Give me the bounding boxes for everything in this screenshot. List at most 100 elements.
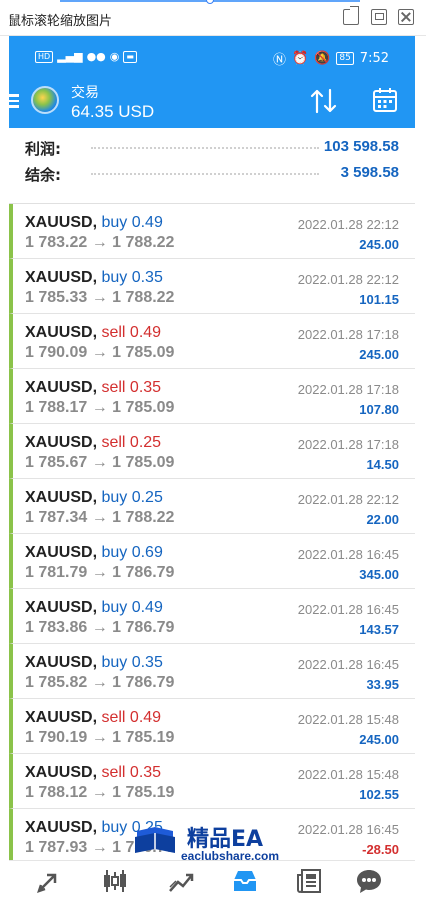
order-time: 2022.01.28 16:45 — [297, 602, 399, 617]
order-header: XAUUSD, buy 0.25 — [25, 489, 163, 507]
calendar-icon[interactable] — [371, 86, 399, 114]
clock: 7:52 — [359, 51, 389, 66]
order-side: buy 0.35 — [101, 269, 163, 286]
order-prices: 1 790.19 → 1 785.19 — [25, 729, 175, 746]
order-row[interactable]: XAUUSD, buy 0.35 1 785.82 → 1 786.79 2022.… — [9, 644, 415, 699]
order-prices: 1 788.17 → 1 785.09 — [25, 399, 175, 416]
order-row[interactable]: XAUUSD, sell 0.35 1 788.17 → 1 785.09 2022… — [9, 369, 415, 424]
order-side: buy 0.49 — [101, 214, 163, 231]
order-symbol: XAUUSD, — [25, 489, 98, 506]
order-time: 2022.01.28 16:45 — [297, 547, 399, 562]
messages-icon[interactable] — [355, 867, 383, 895]
order-row[interactable]: XAUUSD, sell 0.49 1 790.19 → 1 785.19 2022… — [9, 699, 415, 754]
order-header: XAUUSD, buy 0.35 — [25, 654, 163, 672]
order-profit: 101.15 — [359, 292, 399, 307]
order-time: 2022.01.28 22:12 — [297, 492, 399, 507]
viewer-progress-dot[interactable] — [206, 0, 214, 4]
battery-icon: 85 — [336, 52, 354, 65]
order-header: XAUUSD, buy 0.49 — [25, 599, 163, 617]
order-symbol: XAUUSD, — [25, 764, 98, 781]
order-profit: 33.95 — [366, 677, 399, 692]
balance-row: 结余: 3 598.58 — [25, 164, 399, 184]
menu-icon[interactable] — [9, 94, 19, 108]
order-symbol: XAUUSD, — [25, 709, 98, 726]
orders-list: XAUUSD, buy 0.49 1 783.22 → 1 788.22 2022.… — [9, 204, 415, 864]
order-time: 2022.01.28 17:18 — [297, 437, 399, 452]
close-icon[interactable] — [398, 9, 414, 25]
summary-panel: 利润: 103 598.58 结余: 3 598.58 — [9, 128, 415, 204]
order-symbol: XAUUSD, — [25, 544, 98, 561]
alarm-icon: ⏰ — [291, 51, 309, 66]
quotes-icon[interactable] — [35, 867, 63, 895]
order-row[interactable]: XAUUSD, buy 0.25 1 787.34 → 1 788.22 2022.… — [9, 479, 415, 534]
order-row[interactable]: XAUUSD, sell 0.49 1 790.09 → 1 785.09 2022… — [9, 314, 415, 369]
app-bar: 交易 64.35 USD — [9, 74, 415, 128]
order-side: buy 0.49 — [101, 599, 163, 616]
status-left: HD ▂▄▆ ●● ◉ ▬ — [35, 50, 137, 63]
open-external-icon[interactable] — [343, 6, 359, 25]
order-row[interactable]: XAUUSD, buy 0.69 1 781.79 → 1 786.79 2022.… — [9, 534, 415, 589]
order-header: XAUUSD, sell 0.35 — [25, 379, 161, 397]
order-header: XAUUSD, sell 0.25 — [25, 434, 161, 452]
order-profit: 102.55 — [359, 787, 399, 802]
trade-icon[interactable] — [167, 867, 195, 895]
balance-value: 3 598.58 — [340, 164, 399, 181]
wechat-icon: ●● — [86, 50, 106, 63]
order-header: XAUUSD, buy 0.35 — [25, 269, 163, 287]
order-profit: 143.57 — [359, 622, 399, 637]
maximize-icon[interactable] — [371, 9, 387, 25]
order-side: sell 0.35 — [101, 764, 162, 781]
order-profit: 107.80 — [359, 402, 399, 417]
dotted-leader — [91, 147, 319, 149]
order-row[interactable]: XAUUSD, buy 0.49 1 783.86 → 1 786.79 2022.… — [9, 589, 415, 644]
order-profit: 245.00 — [359, 237, 399, 252]
sort-icon[interactable] — [309, 88, 339, 114]
order-symbol: XAUUSD, — [25, 434, 98, 451]
order-row[interactable]: XAUUSD, buy 0.35 1 785.33 → 1 788.22 2022.… — [9, 259, 415, 314]
order-prices: 1 790.09 → 1 785.09 — [25, 344, 175, 361]
books-logo-icon — [135, 827, 175, 853]
history-icon[interactable] — [231, 867, 259, 895]
order-symbol: XAUUSD, — [25, 654, 98, 671]
order-profit: -28.50 — [362, 842, 399, 857]
order-time: 2022.01.28 15:48 — [297, 767, 399, 782]
order-side: buy 0.69 — [101, 544, 163, 561]
order-profit: 22.00 — [366, 512, 399, 527]
status-right: Ⓝ ⏰ 🔕 85 7:52 — [273, 49, 389, 68]
order-prices: 1 785.67 → 1 785.09 — [25, 454, 175, 471]
order-row[interactable]: XAUUSD, sell 0.35 1 788.12 → 1 785.19 2022… — [9, 754, 415, 809]
profit-label: 利润: — [25, 140, 61, 158]
order-prices: 1 787.34 → 1 788.22 — [25, 509, 175, 526]
dotted-leader — [91, 173, 319, 175]
order-symbol: XAUUSD, — [25, 324, 98, 341]
order-row[interactable]: XAUUSD, sell 0.25 1 785.67 → 1 785.09 2022… — [9, 424, 415, 479]
page-title: 交易 — [71, 85, 99, 101]
order-header: XAUUSD, buy 0.49 — [25, 214, 163, 232]
order-time: 2022.01.28 16:45 — [297, 657, 399, 672]
order-symbol: XAUUSD, — [25, 379, 98, 396]
order-prices: 1 785.33 → 1 788.22 — [25, 289, 175, 306]
signal-icon: ▂▄▆ — [57, 50, 83, 63]
order-time: 2022.01.28 16:45 — [297, 822, 399, 837]
bottom-nav — [9, 860, 415, 900]
hd-badge: HD — [35, 50, 54, 63]
profit-value: 103 598.58 — [323, 138, 399, 155]
order-header: XAUUSD, sell 0.49 — [25, 709, 161, 727]
order-symbol: XAUUSD, — [25, 214, 98, 231]
app-logo — [31, 86, 59, 114]
news-icon[interactable] — [295, 867, 323, 895]
order-symbol: XAUUSD, — [25, 269, 98, 286]
order-profit: 245.00 — [359, 347, 399, 362]
profit-row: 利润: 103 598.58 — [25, 138, 399, 158]
order-header: XAUUSD, buy 0.69 — [25, 544, 163, 562]
viewer-title: 鼠标滚轮缩放图片 — [8, 14, 113, 29]
viewer-title-bar: 鼠标滚轮缩放图片 — [0, 0, 426, 36]
phone-screen: HD ▂▄▆ ●● ◉ ▬ Ⓝ ⏰ 🔕 85 7:52 交易 64.35 USD — [9, 36, 415, 900]
order-time: 2022.01.28 22:12 — [297, 272, 399, 287]
order-row[interactable]: XAUUSD, buy 0.49 1 783.22 → 1 788.22 2022.… — [9, 204, 415, 259]
order-side: sell 0.35 — [101, 379, 162, 396]
chart-icon[interactable] — [101, 867, 129, 895]
nfc-icon: Ⓝ — [272, 53, 286, 68]
order-side: sell 0.49 — [101, 324, 162, 341]
order-profit: 14.50 — [366, 457, 399, 472]
